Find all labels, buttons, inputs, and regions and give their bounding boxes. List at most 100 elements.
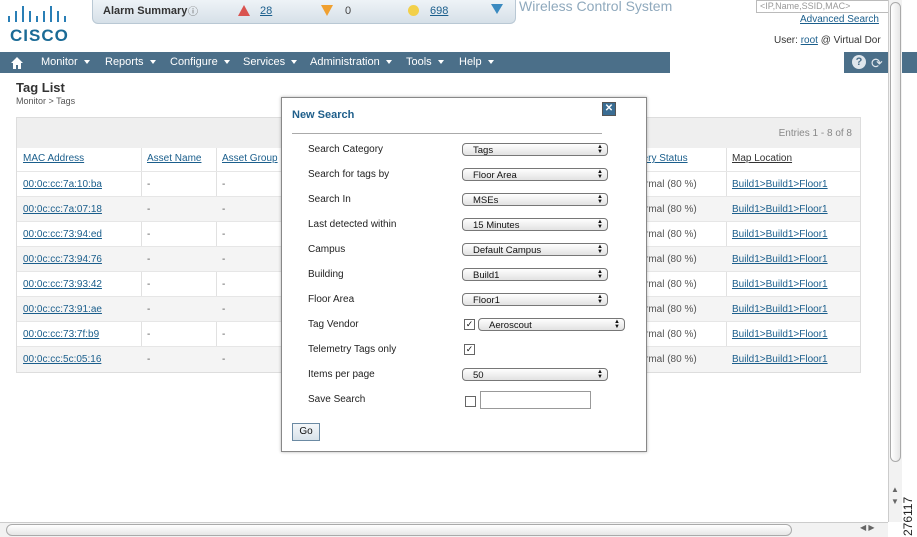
- dialog-divider: [292, 133, 602, 134]
- chevron-down-icon: [437, 60, 444, 65]
- major-alarm-count: 0: [345, 5, 352, 17]
- breadcrumb: Monitor > Tags: [16, 96, 76, 106]
- advanced-search-link[interactable]: Advanced Search: [800, 14, 879, 25]
- telemetry-checkbox[interactable]: ✓: [464, 344, 475, 355]
- tag-vendor-label: Tag Vendor: [308, 319, 359, 330]
- tag-vendor-select[interactable]: Aeroscout ▲ ▼: [478, 318, 625, 331]
- map-location-link[interactable]: Build1>Build1>Floor1: [732, 254, 828, 265]
- horizontal-scroll-arrows-icon[interactable]: ◀ ▶: [860, 523, 875, 532]
- chevron-down-icon: [291, 60, 298, 65]
- critical-alarm-icon: [238, 5, 250, 16]
- dialog-title: New Search: [292, 109, 355, 121]
- user-name-link[interactable]: root: [801, 35, 818, 46]
- close-icon[interactable]: ✕: [602, 102, 616, 116]
- select-arrows-icon: ▲ ▼: [614, 319, 620, 330]
- cisco-logo: CISCO: [6, 4, 78, 45]
- items-per-page-select[interactable]: 50 ▲ ▼: [462, 368, 608, 381]
- mac-link[interactable]: 00:0c:cc:73:91:ae: [23, 304, 102, 315]
- mac-link[interactable]: 00:0c:cc:5c:05:16: [23, 354, 101, 365]
- go-button[interactable]: Go: [292, 423, 320, 441]
- select-arrows-icon: ▲ ▼: [597, 369, 603, 380]
- nav-help[interactable]: Help: [459, 56, 494, 68]
- header-search-input[interactable]: <IP,Name,SSID,MAC>: [756, 0, 892, 13]
- filter-icon[interactable]: [491, 4, 503, 14]
- search-category-select[interactable]: Tags ▲ ▼: [462, 143, 608, 156]
- search-for-select[interactable]: Floor Area ▲ ▼: [462, 168, 608, 181]
- building-select[interactable]: Build1 ▲ ▼: [462, 268, 608, 281]
- map-location-link[interactable]: Build1>Build1>Floor1: [732, 354, 828, 365]
- map-location-link[interactable]: Build1>Build1>Floor1: [732, 304, 828, 315]
- floor-area-label: Floor Area: [308, 294, 355, 305]
- nav-services[interactable]: Services: [243, 56, 298, 68]
- save-search-name-input[interactable]: [480, 391, 591, 409]
- mac-link[interactable]: 00:0c:cc:73:93:42: [23, 279, 102, 290]
- items-per-page-label: Items per page: [308, 369, 375, 380]
- main-nav: Monitor Reports Configure Services Admin…: [0, 52, 670, 73]
- nav-configure[interactable]: Configure: [170, 56, 230, 68]
- search-category-label: Search Category: [308, 144, 384, 155]
- col-map-location[interactable]: Map Location: [732, 153, 792, 164]
- info-icon[interactable]: ⓘ: [188, 3, 198, 18]
- help-icon[interactable]: ?: [852, 55, 866, 69]
- critical-alarm-count[interactable]: 28: [260, 5, 272, 17]
- major-alarm-icon: [321, 5, 333, 16]
- nav-monitor[interactable]: Monitor: [41, 56, 90, 68]
- virtual-domain: @ Virtual Dor: [820, 35, 881, 46]
- telemetry-label: Telemetry Tags only: [308, 344, 397, 355]
- select-arrows-icon: ▲ ▼: [597, 269, 603, 280]
- cisco-wordmark: CISCO: [10, 26, 69, 45]
- search-in-select[interactable]: MSEs ▲ ▼: [462, 193, 608, 206]
- user-label: User:: [774, 35, 798, 46]
- minor-alarm-count[interactable]: 698: [430, 5, 448, 17]
- new-search-dialog: New Search ✕ Search Category Tags ▲ ▼ Sear…: [281, 97, 647, 452]
- mac-link[interactable]: 00:0c:cc:7a:07:18: [23, 204, 102, 215]
- campus-label: Campus: [308, 244, 346, 255]
- home-icon[interactable]: [10, 56, 24, 70]
- mac-link[interactable]: 00:0c:cc:7a:10:ba: [23, 179, 102, 190]
- vertical-scroll-arrows-icon[interactable]: ▲ ▼: [891, 484, 899, 508]
- cisco-logo-bars: [8, 4, 78, 22]
- mac-link[interactable]: 00:0c:cc:73:7f:b9: [23, 329, 99, 340]
- chevron-down-icon: [83, 60, 90, 65]
- chevron-down-icon: [385, 60, 392, 65]
- building-label: Building: [308, 269, 344, 280]
- floor-area-select[interactable]: Floor1 ▲ ▼: [462, 293, 608, 306]
- campus-select[interactable]: Default Campus ▲ ▼: [462, 243, 608, 256]
- chevron-down-icon: [149, 60, 156, 65]
- figure-id: 276117: [901, 496, 915, 536]
- col-asset-name[interactable]: Asset Name: [147, 153, 201, 164]
- chevron-down-icon: [487, 60, 494, 65]
- entries-count: Entries 1 - 8 of 8: [778, 128, 852, 139]
- user-info: User: root @ Virtual Dor: [774, 35, 881, 46]
- minor-alarm-icon: [408, 5, 419, 16]
- vertical-scroll-thumb[interactable]: [890, 2, 901, 462]
- save-search-label: Save Search: [308, 394, 366, 405]
- last-detected-label: Last detected within: [308, 219, 397, 230]
- col-asset-group[interactable]: Asset Group: [222, 153, 278, 164]
- select-arrows-icon: ▲ ▼: [597, 219, 603, 230]
- map-location-link[interactable]: Build1>Build1>Floor1: [732, 179, 828, 190]
- col-mac-address[interactable]: MAC Address: [23, 153, 84, 164]
- select-arrows-icon: ▲ ▼: [597, 144, 603, 155]
- map-location-link[interactable]: Build1>Build1>Floor1: [732, 329, 828, 340]
- nav-tools[interactable]: Tools: [406, 56, 444, 68]
- tag-vendor-checkbox[interactable]: ✓: [464, 319, 475, 330]
- horizontal-scroll-thumb[interactable]: [6, 524, 792, 536]
- last-detected-select[interactable]: 15 Minutes ▲ ▼: [462, 218, 608, 231]
- refresh-icon[interactable]: ⟳: [871, 55, 883, 72]
- nav-administration[interactable]: Administration: [310, 56, 392, 68]
- select-arrows-icon: ▲ ▼: [597, 294, 603, 305]
- alarm-summary[interactable]: Alarm Summary ⓘ 28 0 698: [92, 0, 516, 24]
- mac-link[interactable]: 00:0c:cc:73:94:76: [23, 254, 102, 265]
- select-arrows-icon: ▲ ▼: [597, 169, 603, 180]
- alarm-summary-label: Alarm Summary: [103, 5, 188, 17]
- save-search-checkbox[interactable]: [465, 396, 476, 407]
- mac-link[interactable]: 00:0c:cc:73:94:ed: [23, 229, 102, 240]
- chevron-down-icon: [223, 60, 230, 65]
- select-arrows-icon: ▲ ▼: [597, 194, 603, 205]
- map-location-link[interactable]: Build1>Build1>Floor1: [732, 204, 828, 215]
- nav-reports[interactable]: Reports: [105, 56, 156, 68]
- map-location-link[interactable]: Build1>Build1>Floor1: [732, 229, 828, 240]
- search-in-label: Search In: [308, 194, 351, 205]
- map-location-link[interactable]: Build1>Build1>Floor1: [732, 279, 828, 290]
